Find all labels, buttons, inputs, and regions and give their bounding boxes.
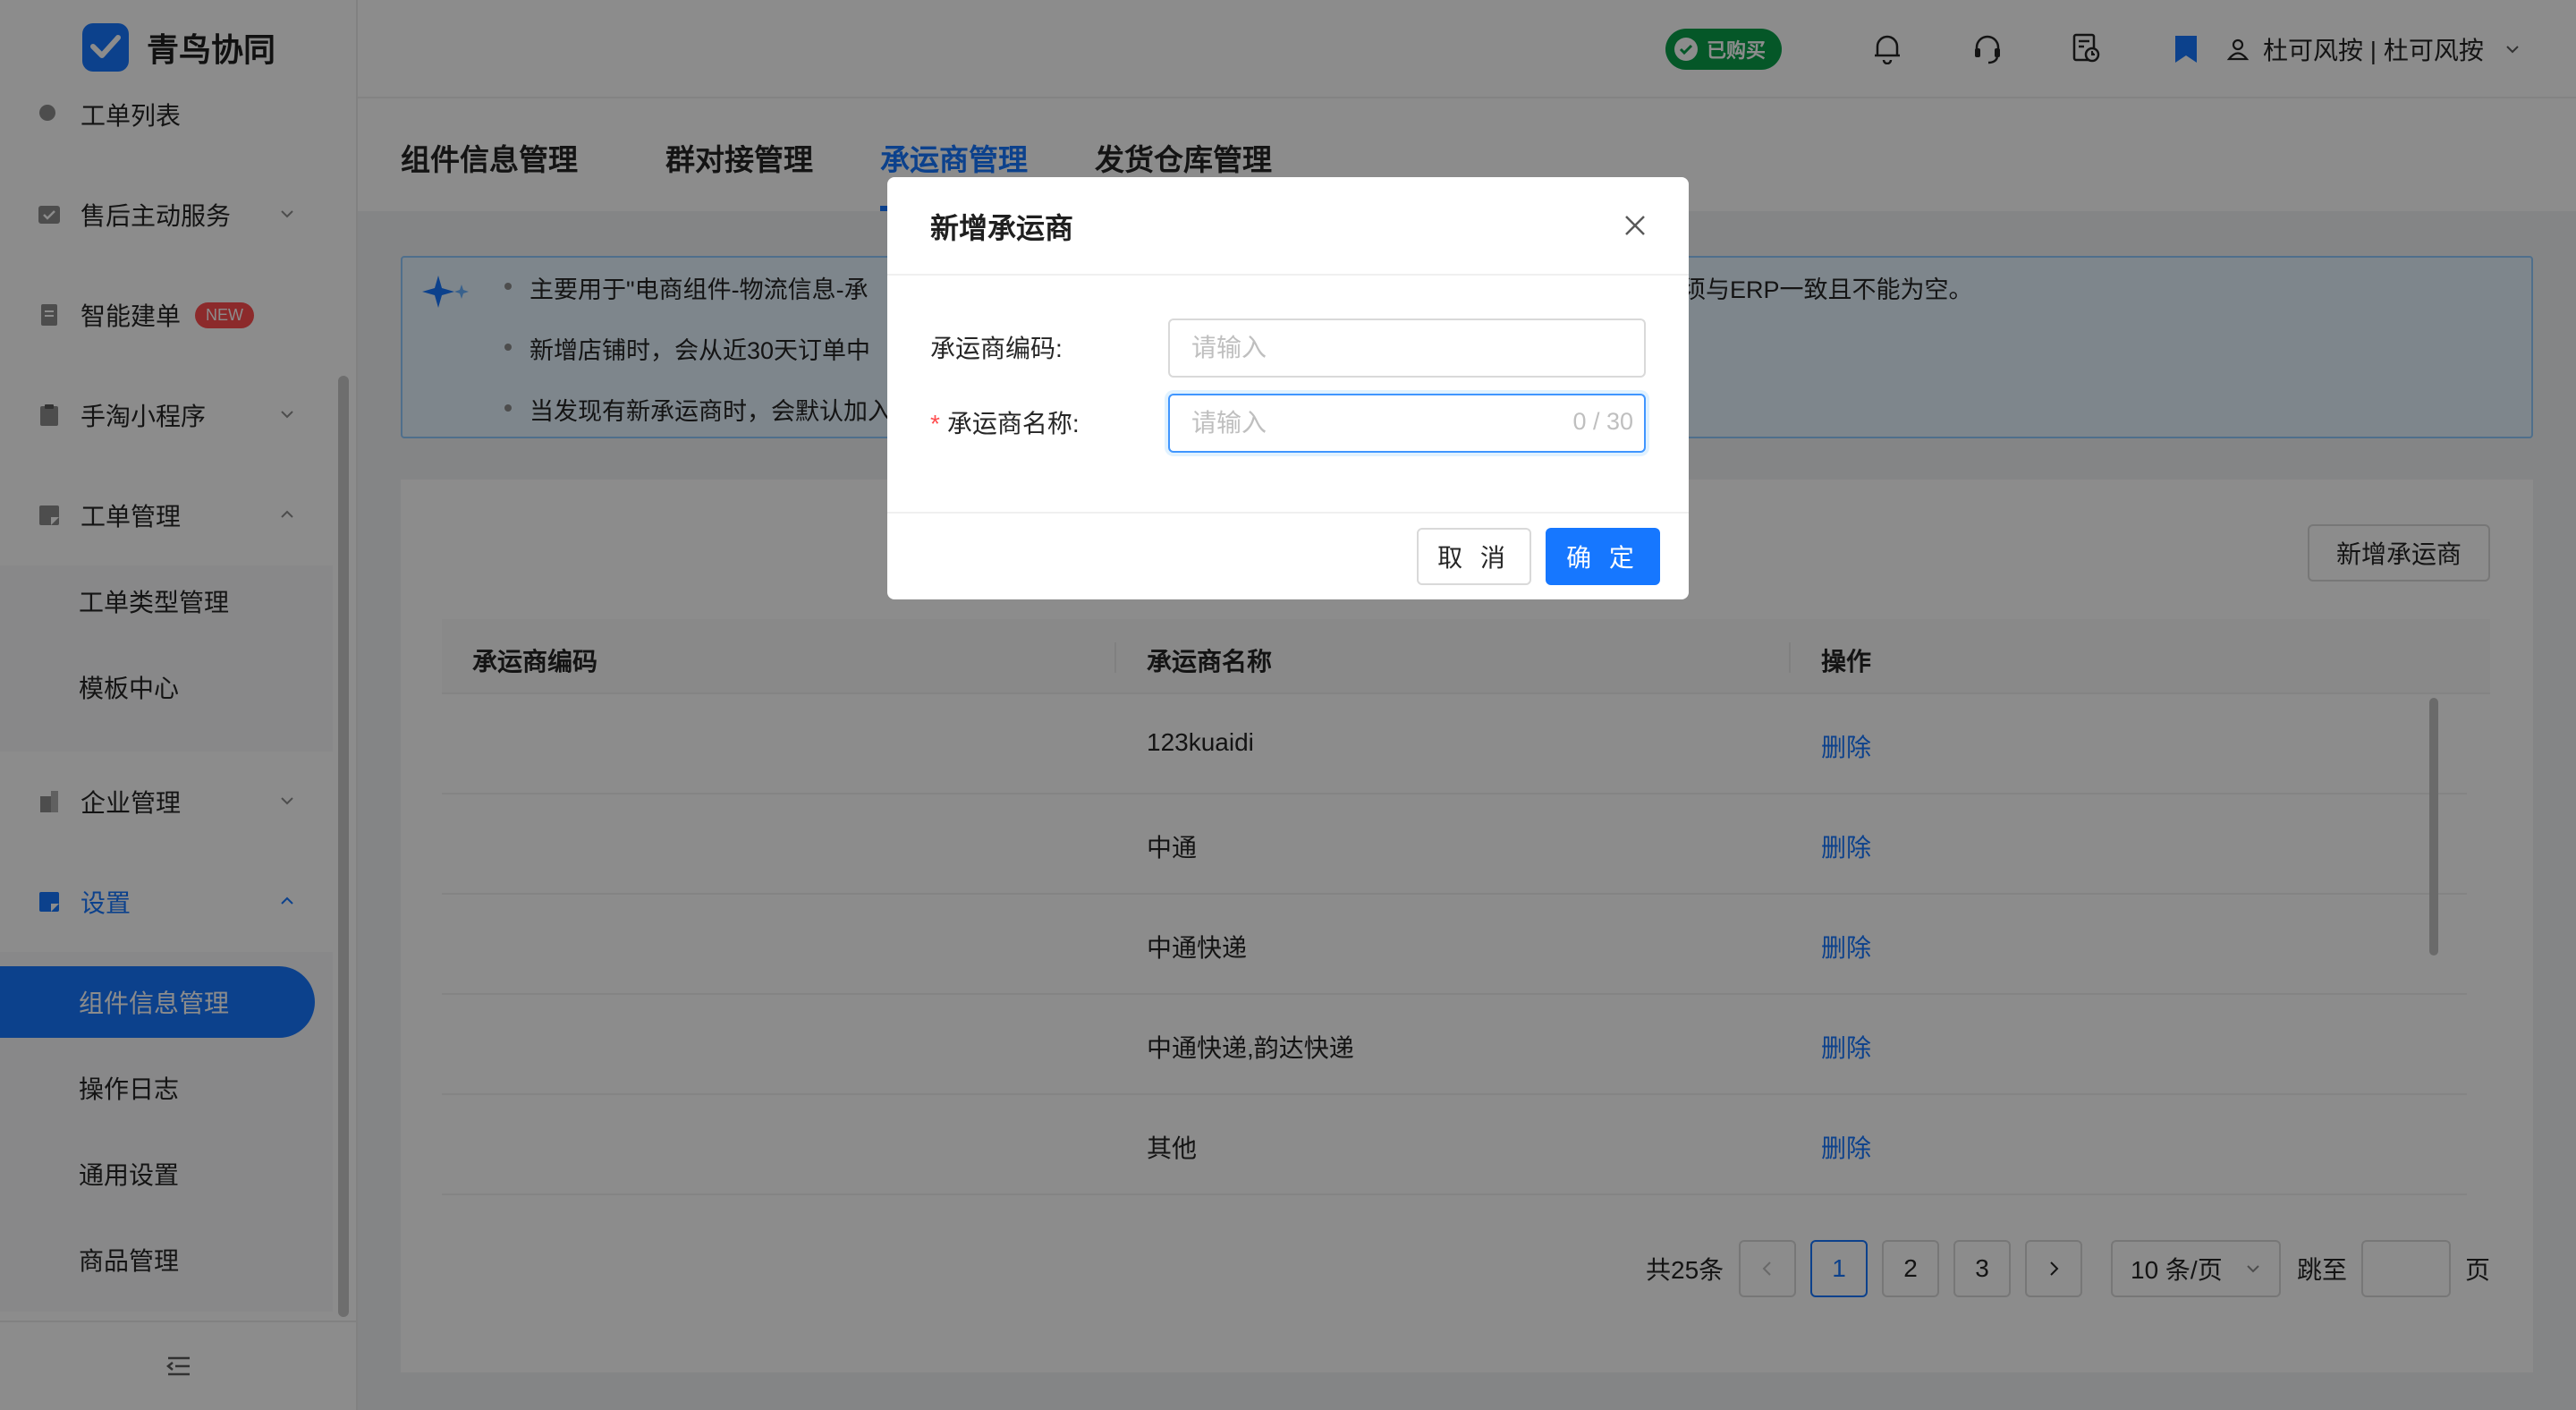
character-counter: 0 / 30 — [1572, 408, 1633, 435]
add-carrier-modal: 新增承运商 承运商编码: *承运商名称: 0 / 30 取 消 确 定 — [887, 177, 1689, 599]
close-icon — [1625, 216, 1645, 235]
cancel-button[interactable]: 取 消 — [1417, 528, 1531, 585]
carrier-name-label-text: 承运商名称: — [946, 410, 1080, 437]
modal-title: 新增承运商 — [930, 212, 1074, 244]
required-marker: * — [930, 410, 940, 437]
carrier-code-label: 承运商编码: — [930, 335, 1063, 362]
modal-header: 新增承运商 — [887, 177, 1689, 276]
carrier-name-label: * 承运商名称: — [930, 404, 1080, 440]
close-button[interactable] — [1617, 208, 1653, 243]
modal-footer: 取 消 确 定 — [887, 512, 1689, 599]
carrier-code-input[interactable] — [1168, 319, 1646, 378]
confirm-button[interactable]: 确 定 — [1546, 528, 1660, 585]
